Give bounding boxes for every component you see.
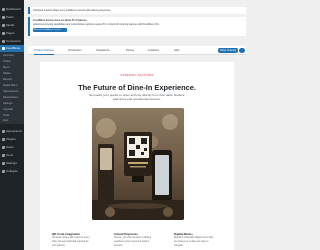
order-ordering-button[interactable]: Order Ordering (218, 48, 238, 53)
photo-illustration (92, 108, 184, 220)
eyebrow-label: ORDERING FEATURES (120, 74, 154, 77)
sidebar-item-plugins[interactable]: Plugins (0, 136, 24, 143)
sidebar-item-pages[interactable]: Pages (0, 30, 24, 37)
submenu-item[interactable]: Help (0, 118, 24, 124)
collapse-icon (2, 170, 5, 173)
sidebar-item-comments[interactable]: Comments (0, 38, 24, 45)
license-notice: FoodMenu license does not allow Pro Feat… (28, 17, 246, 36)
hero-subtitle: wait times and operational pressure. (112, 97, 162, 101)
dashboard-icon (2, 8, 5, 11)
media-icon (2, 24, 5, 27)
wrench-icon (2, 154, 5, 157)
tab-integrations[interactable]: Integrations (96, 46, 110, 55)
sidebar-item-dashboard[interactable]: Dashboard (0, 6, 24, 13)
sidebar-submenu: Overview Orders Menu Tables Reports Digi… (0, 52, 24, 124)
page-icon (2, 32, 5, 35)
sidebar-item-media[interactable]: Media (0, 22, 24, 29)
admin-sidebar: Dashboard Posts Media Pages Comments Foo… (0, 0, 24, 250)
sidebar-item-foodmenu[interactable]: FoodMenu (0, 45, 24, 52)
page-title: The Future of Dine-In Experience. (78, 83, 196, 92)
activate-license-button[interactable]: Activate FoodMenu License (33, 28, 67, 32)
feature-instant-payments: Instant Payments Secure, one-click check… (114, 232, 152, 248)
tab-product-features[interactable]: Product Features (34, 46, 54, 55)
toggle-switch[interactable] (239, 48, 245, 53)
restaurant-table-photo (92, 108, 184, 220)
sidebar-item-tools[interactable]: Tools (0, 152, 24, 159)
food-icon (2, 47, 5, 50)
tab-locations[interactable]: Locations (148, 46, 159, 55)
feature-card: ORDERING FEATURES The Future of Dine-In … (40, 62, 234, 250)
sidebar-item-users[interactable]: Users (0, 144, 24, 151)
feature-qr-code: QR Code Integration Generate unique QR c… (52, 232, 90, 248)
sidebar-item-settings[interactable]: Settings (0, 160, 24, 167)
stripe-notice: Checkout requires Stripe to be installed… (28, 7, 246, 14)
brush-icon (2, 130, 5, 133)
sidebar-item-appearance[interactable]: Appearance (0, 128, 24, 135)
sidebar-collapse[interactable]: Collapse (0, 168, 24, 175)
comment-icon (2, 40, 5, 43)
plugin-icon (2, 138, 5, 141)
pin-icon (2, 16, 5, 19)
tab-help[interactable]: Help (174, 46, 179, 55)
tab-introduction[interactable]: Introduction (68, 46, 82, 55)
feature-digital-menus: Digital Menus Beautiful, shareable digit… (174, 232, 213, 248)
plugin-nav: Product Features Introduction Integratio… (28, 46, 246, 55)
user-icon (2, 146, 5, 149)
settings-icon (2, 162, 5, 165)
tab-pricing[interactable]: Pricing (126, 46, 134, 55)
sidebar-item-posts[interactable]: Posts (0, 14, 24, 21)
